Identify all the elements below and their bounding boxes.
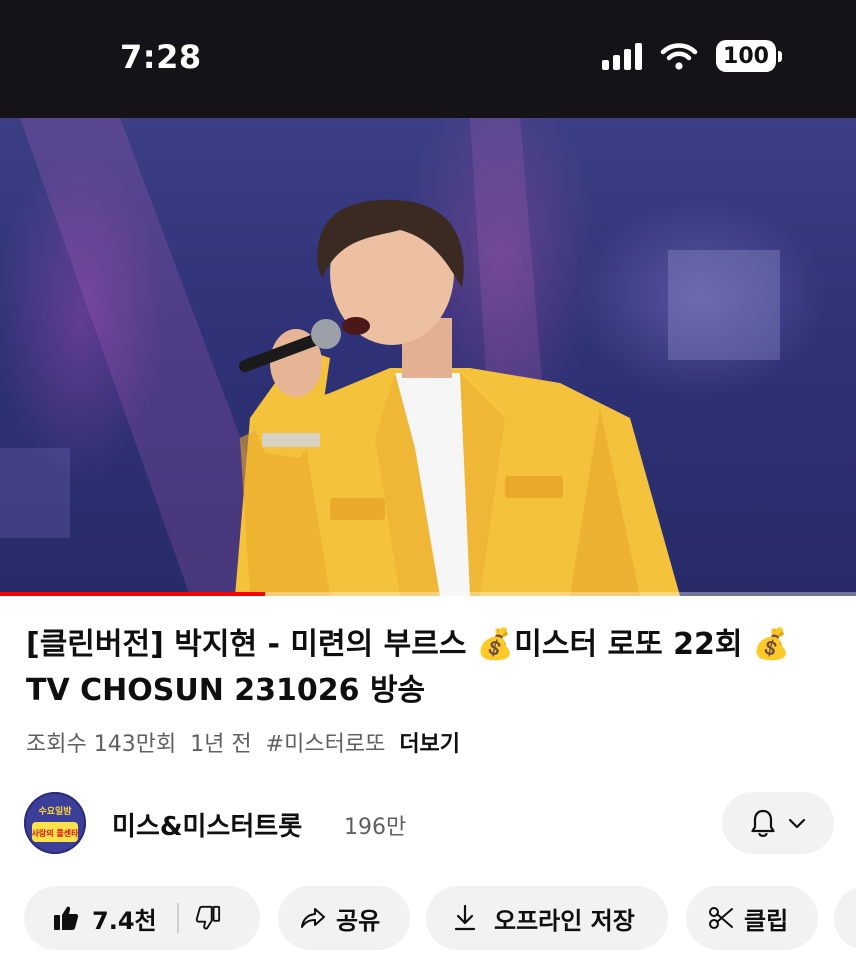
- download-icon: [454, 904, 476, 931]
- status-time: 7:28: [120, 38, 202, 76]
- clip-button[interactable]: 클립: [686, 886, 818, 950]
- scissors-icon: [709, 907, 733, 929]
- dislike-button[interactable]: [179, 905, 221, 931]
- notification-button[interactable]: [722, 792, 834, 854]
- thumb-up-icon: [54, 906, 79, 930]
- clip-label: 클립: [744, 906, 789, 935]
- battery-icon: 100: [716, 40, 782, 72]
- video-meta[interactable]: 조회수 143만회 1년 전 #미스터로또 더보기: [26, 726, 460, 758]
- channel-avatar[interactable]: 수요일밤 사랑의 콜센타: [24, 792, 86, 854]
- wifi-icon: [660, 43, 698, 70]
- chevron-down-icon: [788, 818, 806, 829]
- like-dislike-button: 7.4천: [24, 886, 260, 950]
- share-label: 공유: [336, 906, 381, 935]
- upload-age: 1년 전: [190, 732, 252, 757]
- avatar-text-bottom: 사랑의 콜센타: [32, 828, 80, 838]
- battery-level: 100: [716, 40, 776, 72]
- status-icons: 100: [602, 40, 782, 72]
- hashtag-link[interactable]: #미스터로또: [266, 726, 386, 758]
- avatar-text-top: 수요일밤: [38, 805, 72, 817]
- like-count: 7.4천: [92, 906, 157, 935]
- view-count: 조회수 143만회: [26, 732, 177, 757]
- channel-name[interactable]: 미스&미스터트롯: [112, 806, 302, 843]
- bell-icon: [751, 809, 775, 837]
- channel-logo: 수요일밤 사랑의 콜센타: [24, 792, 86, 854]
- cellular-signal-icon: [602, 42, 642, 70]
- channel-row[interactable]: 수요일밤 사랑의 콜센타 미스&미스터트롯 196만: [24, 792, 834, 854]
- like-button[interactable]: 7.4천: [24, 901, 157, 936]
- status-bar: 7:28 100: [0, 0, 856, 118]
- video-player[interactable]: [0, 118, 856, 596]
- more-actions-button[interactable]: [834, 886, 856, 950]
- action-buttons-row: 7.4천 공유 오프라인 저장 클립: [24, 886, 856, 950]
- share-arrow-icon: [301, 908, 325, 928]
- subscriber-count: 196만: [344, 815, 407, 840]
- video-frame: [0, 118, 780, 596]
- download-label: 오프라인 저장: [494, 906, 635, 935]
- video-title[interactable]: [클린버전] 박지현 - 미련의 부르스 💰미스터 로또 22회 💰 TV CH…: [26, 622, 826, 714]
- thumb-down-icon: [195, 905, 220, 930]
- more-button[interactable]: 더보기: [399, 726, 460, 758]
- share-button[interactable]: 공유: [278, 886, 410, 950]
- download-button[interactable]: 오프라인 저장: [426, 886, 668, 950]
